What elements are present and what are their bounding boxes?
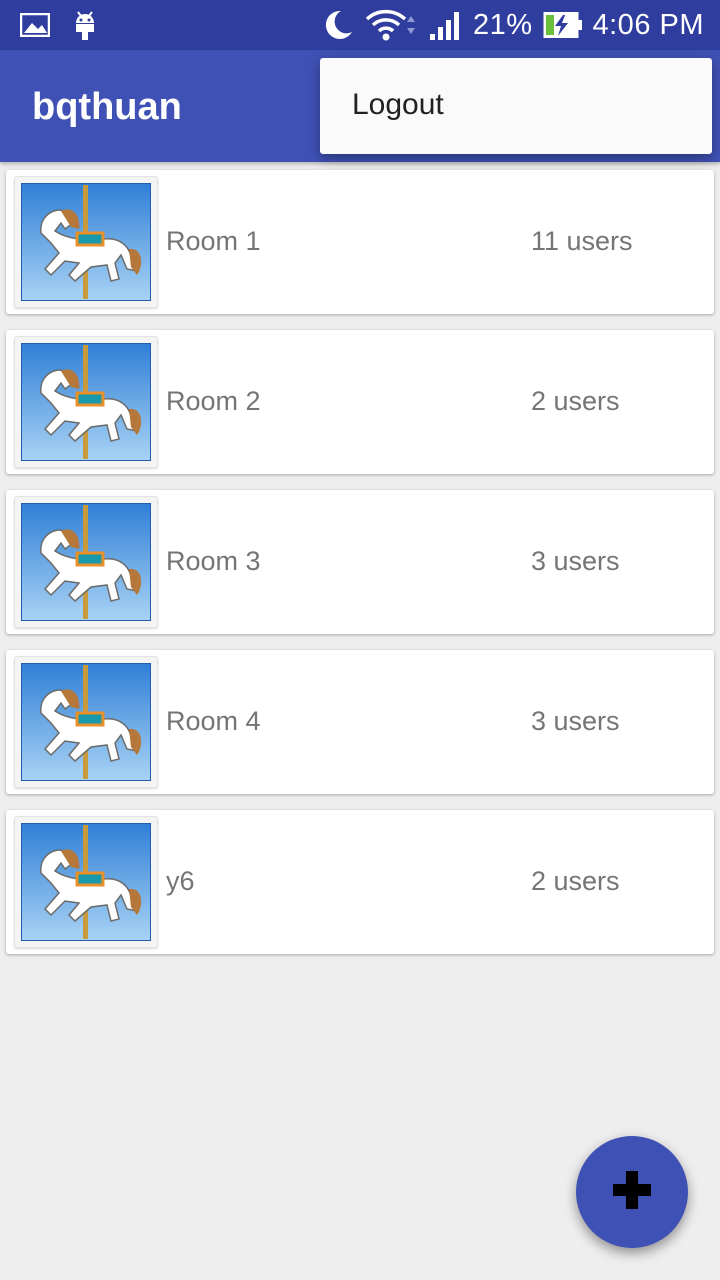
room-card[interactable]: Room 2 2 users [6, 330, 714, 474]
room-name: Room 3 [166, 546, 261, 576]
cellular-signal-icon [429, 10, 463, 40]
clock: 4:06 PM [592, 8, 704, 41]
room-user-count: 11 users [531, 226, 633, 256]
carousel-horse-icon [14, 176, 158, 308]
battery-percent: 21% [472, 8, 533, 41]
room-user-count: 3 users [531, 546, 620, 576]
overflow-menu: Logout [320, 58, 712, 154]
carousel-horse-icon [14, 816, 158, 948]
room-user-count: 3 users [531, 706, 620, 736]
carousel-horse-icon [14, 496, 158, 628]
wifi-icon [365, 8, 419, 42]
room-name: y6 [166, 866, 195, 896]
android-debug-icon [72, 9, 98, 41]
room-card[interactable]: Room 4 3 users [6, 650, 714, 794]
carousel-horse-icon [14, 336, 158, 468]
room-card[interactable]: Room 3 3 users [6, 490, 714, 634]
status-bar: 21% 4:06 PM [0, 0, 720, 50]
room-user-count: 2 users [531, 386, 620, 416]
room-name: Room 1 [166, 226, 261, 256]
image-notification-icon [20, 13, 50, 37]
add-room-button[interactable] [576, 1136, 688, 1248]
carousel-horse-icon [14, 656, 158, 788]
plus-icon [611, 1169, 653, 1216]
room-name: Room 4 [166, 706, 261, 736]
room-list: Room 1 11 users Room 2 2 users Room 3 3 … [6, 170, 714, 970]
menu-item-logout[interactable]: Logout [352, 88, 444, 122]
room-name: Room 2 [166, 386, 261, 416]
do-not-disturb-moon-icon [321, 8, 355, 42]
room-user-count: 2 users [531, 866, 620, 896]
app-title: bqthuan [32, 86, 182, 128]
status-right-icons: 21% 4:06 PM [321, 0, 704, 50]
battery-charging-icon [543, 11, 583, 39]
room-card[interactable]: Room 1 11 users [6, 170, 714, 314]
status-left-icons [20, 0, 98, 50]
room-card[interactable]: y6 2 users [6, 810, 714, 954]
